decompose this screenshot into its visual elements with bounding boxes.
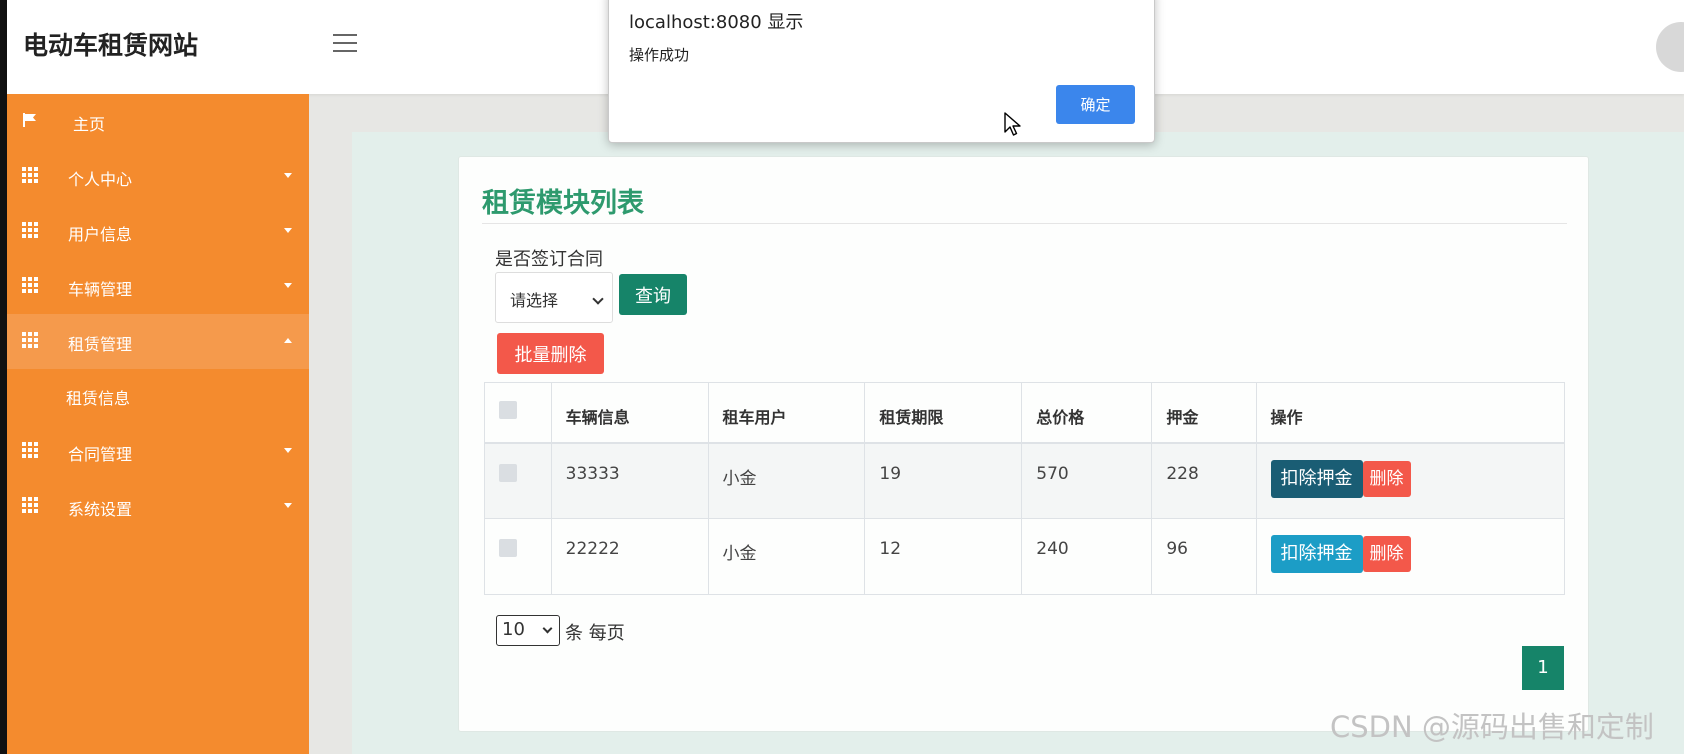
page-title: 租赁模块列表 (482, 188, 644, 219)
page-size-value: 10 (502, 619, 525, 640)
sidebar-item-home[interactable]: 主页 (7, 94, 309, 149)
pagination-page-button[interactable]: 1 (1522, 646, 1564, 690)
sidebar-item-user-info[interactable]: 用户信息 (7, 204, 309, 259)
caret-down-icon (284, 228, 292, 233)
sidebar-item-label: 用户信息 (68, 225, 133, 244)
term-cell: 19 (864, 442, 1023, 519)
menu-toggle-icon[interactable] (333, 34, 357, 52)
row-checkbox[interactable] (499, 539, 517, 557)
select-value: 请选择 (510, 291, 559, 310)
deduct-deposit-button[interactable]: 扣除押金 (1270, 535, 1363, 573)
table-header-row: 车辆信息 租车用户 租赁期限 总价格 押金 操作 (484, 382, 1566, 443)
grid-icon (22, 222, 38, 238)
dialog-message: 操作成功 (629, 46, 690, 64)
grid-icon (22, 497, 38, 513)
sidebar-subitem-label: 租赁信息 (66, 389, 131, 408)
actions-cell: 扣除押金 删除 (1255, 442, 1566, 519)
flag-icon (23, 113, 36, 127)
delete-button[interactable]: 删除 (1362, 536, 1411, 572)
vehicle-cell: 33333 (550, 442, 709, 519)
term-cell: 12 (864, 518, 1023, 595)
column-header: 操作 (1255, 382, 1566, 443)
grid-icon (22, 277, 38, 293)
sidebar-item-label: 系统设置 (68, 500, 133, 519)
sidebar-item-label: 主页 (73, 115, 106, 134)
title-divider (482, 223, 1567, 224)
caret-down-icon (284, 503, 292, 508)
sidebar-item-label: 合同管理 (68, 445, 133, 464)
sidebar-item-vehicle-management[interactable]: 车辆管理 (7, 259, 309, 314)
select-all-cell (484, 382, 552, 443)
caret-up-icon (284, 338, 292, 343)
column-header: 车辆信息 (550, 382, 709, 443)
total-price-cell: 570 (1021, 442, 1153, 519)
grid-icon (22, 442, 38, 458)
user-cell: 小金 (707, 518, 866, 595)
sidebar-item-rental-management[interactable]: 租赁管理 (7, 314, 309, 369)
grid-icon (22, 332, 38, 348)
deposit-cell: 96 (1151, 518, 1257, 595)
contract-filter-label: 是否签订合同 (495, 249, 603, 270)
caret-down-icon (284, 448, 292, 453)
caret-down-icon (284, 283, 292, 288)
sidebar: 主页 个人中心 用户信息 车辆管理 租赁管理 租赁信息 合同管理 系统设置 (7, 94, 309, 754)
delete-button[interactable]: 删除 (1362, 460, 1411, 497)
sidebar-item-personal-center[interactable]: 个人中心 (7, 149, 309, 204)
alert-dialog: localhost:8080 显示 操作成功 确定 (608, 0, 1155, 143)
window-edge (0, 0, 7, 754)
rental-table: 车辆信息 租车用户 租赁期限 总价格 押金 操作 33333 小金 19 570… (484, 382, 1566, 595)
avatar[interactable] (1656, 22, 1684, 72)
vehicle-cell: 22222 (550, 518, 709, 595)
column-header: 总价格 (1021, 382, 1153, 443)
sidebar-item-system-settings[interactable]: 系统设置 (7, 479, 309, 534)
page-size-label: 条 每页 (565, 623, 625, 644)
actions-cell: 扣除押金 删除 (1255, 518, 1566, 595)
sidebar-item-label: 租赁管理 (68, 335, 133, 354)
sidebar-item-label: 车辆管理 (68, 280, 133, 299)
sidebar-item-label: 个人中心 (68, 170, 133, 189)
site-title: 电动车租赁网站 (23, 31, 199, 60)
total-price-cell: 240 (1021, 518, 1153, 595)
deduct-deposit-button[interactable]: 扣除押金 (1270, 459, 1363, 498)
dialog-ok-button[interactable]: 确定 (1056, 85, 1135, 124)
column-header: 押金 (1151, 382, 1257, 443)
page-size-select[interactable]: 10 (496, 615, 560, 646)
row-checkbox[interactable] (499, 463, 517, 482)
deposit-cell: 228 (1151, 442, 1257, 519)
column-header: 租赁期限 (864, 382, 1023, 443)
mouse-pointer-icon (1004, 112, 1021, 136)
chevron-down-icon (542, 623, 553, 634)
table-row: 22222 小金 12 240 96 扣除押金 删除 (484, 518, 1566, 595)
watermark: CSDN @源码出售和定制 (1330, 710, 1654, 744)
user-cell: 小金 (707, 442, 866, 519)
rental-list-card: 租赁模块列表 是否签订合同 请选择 查询 批量删除 车辆信息 租车用户 租赁期限… (458, 156, 1589, 732)
batch-delete-button[interactable]: 批量删除 (497, 333, 604, 374)
dialog-title: localhost:8080 显示 (629, 12, 804, 33)
sidebar-subitem-rental-info[interactable]: 租赁信息 (7, 369, 309, 424)
query-button[interactable]: 查询 (619, 274, 687, 315)
column-header: 租车用户 (707, 382, 866, 443)
table-row: 33333 小金 19 570 228 扣除押金 删除 (484, 442, 1566, 519)
chevron-down-icon (592, 293, 604, 305)
grid-icon (22, 167, 38, 183)
select-all-checkbox[interactable] (499, 401, 517, 419)
sidebar-item-contract-management[interactable]: 合同管理 (7, 424, 309, 479)
contract-filter-select[interactable]: 请选择 (495, 272, 613, 323)
caret-down-icon (284, 173, 292, 178)
